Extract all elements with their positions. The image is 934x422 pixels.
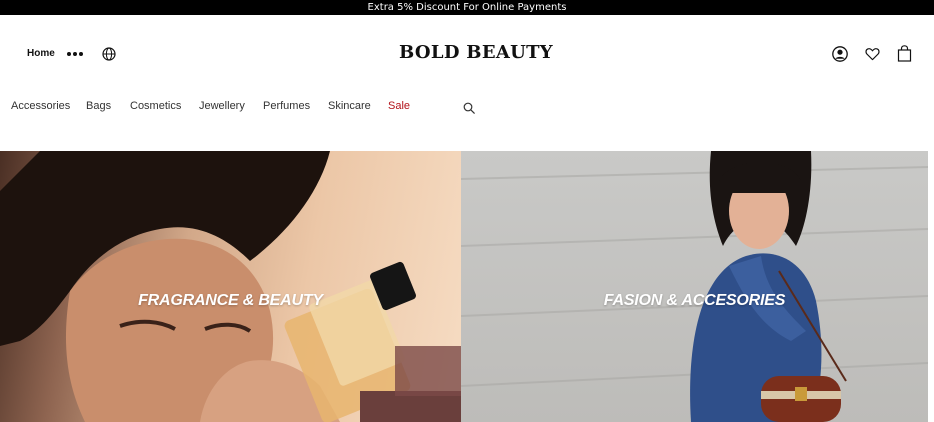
nav-item-perfumes[interactable]: Perfumes — [263, 100, 310, 112]
fragrance-beauty-title[interactable]: FRAGRANCE & BEAUTY — [0, 292, 461, 310]
fragrance-beauty-image — [0, 151, 461, 422]
hero-banner: FRAGRANCE & BEAUTY FASION & ACCESORIES — [0, 151, 928, 422]
search-icon[interactable] — [463, 102, 475, 114]
nav-item-bags[interactable]: Bags — [86, 100, 111, 112]
site-header: Home BOLD BEAUTY — [0, 15, 934, 95]
fragrance-beauty-tile[interactable]: FRAGRANCE & BEAUTY — [0, 151, 461, 422]
category-nav: Accessories Bags Cosmetics Jewellery Per… — [0, 95, 934, 121]
nav-item-skincare[interactable]: Skincare — [328, 100, 371, 112]
promo-text: Extra 5% Discount For Online Payments — [367, 2, 567, 13]
promo-bar: Extra 5% Discount For Online Payments — [0, 0, 934, 15]
fashion-accessories-image — [461, 151, 928, 422]
nav-item-accessories[interactable]: Accessories — [11, 100, 70, 112]
nav-item-cosmetics[interactable]: Cosmetics — [130, 100, 181, 112]
fashion-accessories-tile[interactable]: FASION & ACCESORIES — [461, 151, 928, 422]
nav-item-jewellery[interactable]: Jewellery — [199, 100, 245, 112]
globe-icon[interactable] — [102, 47, 116, 61]
account-icon[interactable] — [832, 46, 848, 62]
fashion-accessories-title[interactable]: FASION & ACCESORIES — [461, 292, 928, 310]
brand-logo[interactable]: BOLD BEAUTY — [376, 42, 576, 63]
home-link[interactable]: Home — [27, 48, 55, 59]
wishlist-icon[interactable] — [865, 47, 880, 61]
nav-item-sale[interactable]: Sale — [388, 100, 410, 112]
bag-icon[interactable] — [897, 45, 912, 62]
more-icon[interactable] — [67, 51, 85, 57]
